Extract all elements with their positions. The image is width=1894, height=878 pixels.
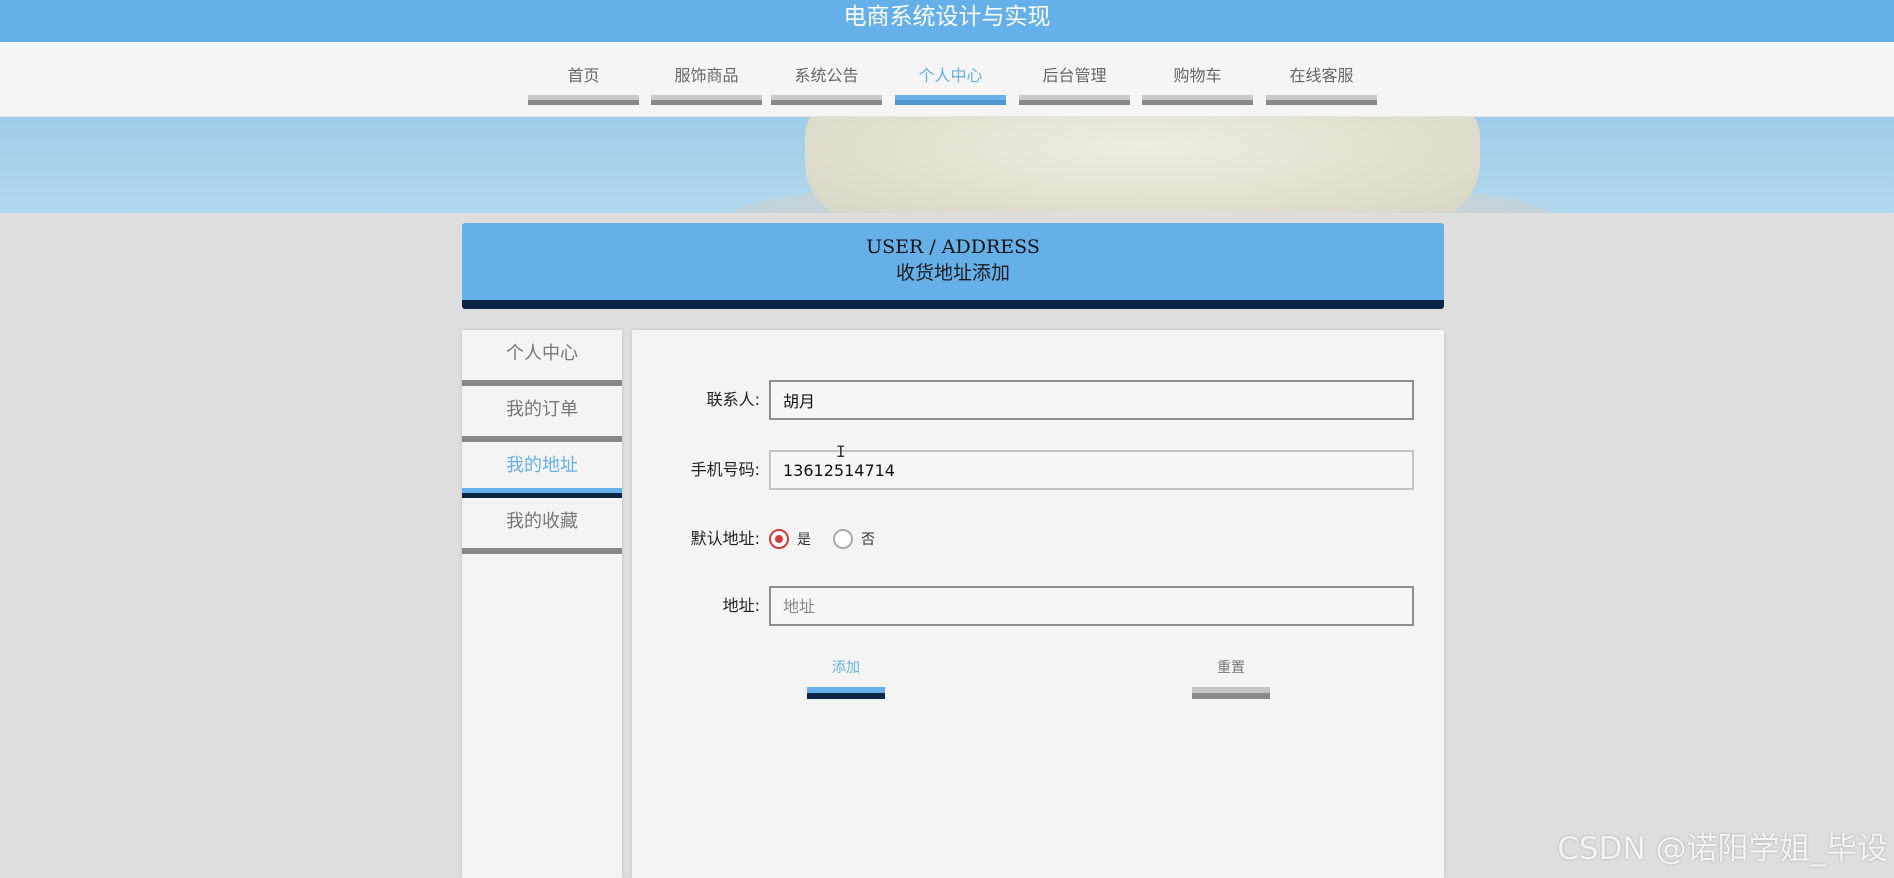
sidebar-item-underline	[462, 488, 622, 498]
phone-input[interactable]	[769, 450, 1414, 490]
radio-checked-icon	[769, 529, 789, 549]
default-no-label: 否	[861, 532, 875, 548]
sidebar-item-addresses[interactable]: 我的地址	[462, 442, 622, 498]
add-button-label: 添加	[832, 660, 860, 676]
address-form-panel: 联系人: 手机号码: 默认地址: 是 否 地址: 添加 重置	[632, 330, 1444, 878]
radio-unchecked-icon	[833, 529, 853, 549]
hero-banner-image	[0, 117, 1894, 213]
section-header-cn: 收货地址添加	[895, 262, 1010, 284]
nav-item-underline	[528, 95, 639, 105]
add-button[interactable]: 添加	[807, 657, 885, 699]
nav-item-label: 后台管理	[1042, 66, 1107, 85]
nav-item-label: 购物车	[1173, 66, 1222, 85]
main-nav: 首页 服饰商品 系统公告 个人中心 后台管理 购物车 在线客服	[0, 42, 1894, 117]
reset-button-underline	[1192, 687, 1270, 699]
nav-item-underline	[651, 95, 762, 105]
nav-item-underline	[771, 95, 882, 105]
default-address-label: 默认地址:	[690, 529, 760, 548]
default-address-radio-group: 是 否	[769, 519, 897, 559]
sidebar-item-favorites[interactable]: 我的收藏	[462, 498, 622, 554]
nav-item-home[interactable]: 首页	[528, 42, 639, 117]
nav-item-announcements[interactable]: 系统公告	[771, 42, 882, 117]
nav-item-customer-service[interactable]: 在线客服	[1266, 42, 1377, 117]
contact-label: 联系人:	[706, 390, 760, 409]
sidebar-item-label: 个人中心	[506, 343, 578, 364]
address-input[interactable]	[769, 586, 1414, 626]
nav-item-underline	[1019, 95, 1130, 105]
default-address-row: 默认地址: 是 否	[632, 519, 1444, 559]
phone-label: 手机号码:	[690, 460, 760, 479]
sidebar-item-personal-center[interactable]: 个人中心	[462, 330, 622, 386]
default-yes-radio[interactable]: 是	[769, 529, 811, 549]
site-title: 电商系统设计与实现	[843, 4, 1051, 30]
nav-item-personal-center[interactable]: 个人中心	[895, 42, 1006, 117]
watermark: CSDN @诺阳学姐_毕设	[1557, 831, 1888, 867]
nav-item-label: 个人中心	[918, 66, 983, 85]
nav-item-label: 系统公告	[794, 66, 859, 85]
nav-item-label: 服饰商品	[674, 66, 739, 85]
user-sidebar: 个人中心 我的订单 我的地址 我的收藏	[462, 330, 622, 878]
default-yes-label: 是	[797, 532, 811, 548]
text-cursor-icon: I	[836, 442, 846, 461]
nav-item-products[interactable]: 服饰商品	[651, 42, 762, 117]
sidebar-item-label: 我的收藏	[506, 511, 578, 532]
phone-row: 手机号码:	[632, 450, 1444, 490]
sidebar-item-underline	[462, 548, 622, 554]
contact-input[interactable]	[769, 380, 1414, 420]
nav-item-underline	[1266, 95, 1377, 105]
nav-item-label: 首页	[567, 66, 600, 85]
nav-item-label: 在线客服	[1289, 66, 1354, 85]
site-title-bar: 电商系统设计与实现	[0, 0, 1894, 42]
nav-item-underline	[1142, 95, 1253, 105]
contact-row: 联系人:	[632, 380, 1444, 420]
banner-cake-shape	[805, 117, 1480, 213]
add-button-underline	[807, 687, 885, 699]
address-row: 地址:	[632, 586, 1444, 626]
address-label: 地址:	[722, 596, 760, 615]
section-header-en: USER / ADDRESS	[866, 236, 1040, 258]
section-header: USER / ADDRESS 收货地址添加	[462, 223, 1444, 309]
reset-button[interactable]: 重置	[1192, 657, 1270, 699]
nav-item-underline	[895, 95, 1006, 105]
sidebar-item-label: 我的订单	[506, 399, 578, 420]
nav-item-admin[interactable]: 后台管理	[1019, 42, 1130, 117]
nav-item-cart[interactable]: 购物车	[1142, 42, 1253, 117]
sidebar-item-orders[interactable]: 我的订单	[462, 386, 622, 442]
default-no-radio[interactable]: 否	[833, 529, 875, 549]
reset-button-label: 重置	[1217, 660, 1245, 676]
sidebar-item-label: 我的地址	[506, 455, 578, 476]
